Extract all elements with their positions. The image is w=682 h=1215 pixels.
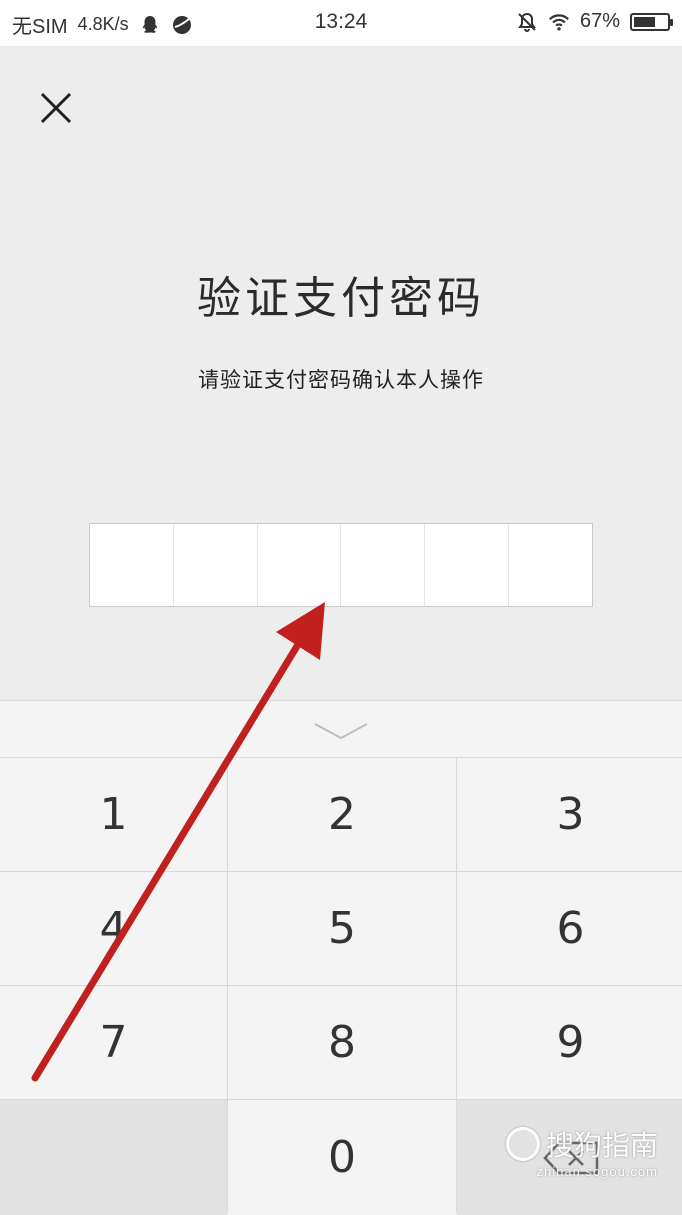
password-digit-1[interactable] <box>90 524 174 606</box>
password-digit-4[interactable] <box>341 524 426 606</box>
password-digit-6[interactable] <box>509 524 592 606</box>
battery-percent: 67% <box>579 10 620 32</box>
key-5[interactable]: 5 <box>228 872 456 985</box>
chevron-down-icon[interactable] <box>313 721 369 741</box>
status-bar: 无SIM 4.8K/s 13:24 67% <box>0 0 682 46</box>
key-0[interactable]: 0 <box>228 1100 456 1215</box>
mute-icon <box>518 12 536 32</box>
key-4[interactable]: 4 <box>0 872 227 985</box>
page-subtitle: 请验证支付密码确认本人操作 <box>198 368 484 392</box>
watermark: 搜狗指南 zhinan.sogou.com <box>505 1124 658 1179</box>
key-9[interactable]: 9 <box>457 986 682 1099</box>
watermark-url: zhinan.sogou.com <box>536 1164 658 1179</box>
key-2[interactable]: 2 <box>228 758 456 871</box>
key-6[interactable]: 6 <box>457 872 682 985</box>
close-icon[interactable] <box>34 86 78 130</box>
page-title: 验证支付密码 <box>197 273 485 324</box>
sogou-logo-icon <box>505 1127 540 1161</box>
battery-icon <box>630 12 673 31</box>
password-digit-3[interactable] <box>258 524 342 606</box>
watermark-brand: 搜狗指南 <box>545 1129 658 1162</box>
key-3[interactable]: 3 <box>457 758 682 871</box>
keyboard-header <box>0 700 682 758</box>
key-1[interactable]: 1 <box>0 758 227 871</box>
password-digit-5[interactable] <box>425 524 510 606</box>
key-7[interactable]: 7 <box>0 986 227 1099</box>
wifi-icon <box>549 13 569 31</box>
password-digit-2[interactable] <box>174 524 258 606</box>
password-input[interactable] <box>89 523 593 607</box>
key-8[interactable]: 8 <box>228 986 456 1099</box>
key-blank <box>0 1100 227 1215</box>
